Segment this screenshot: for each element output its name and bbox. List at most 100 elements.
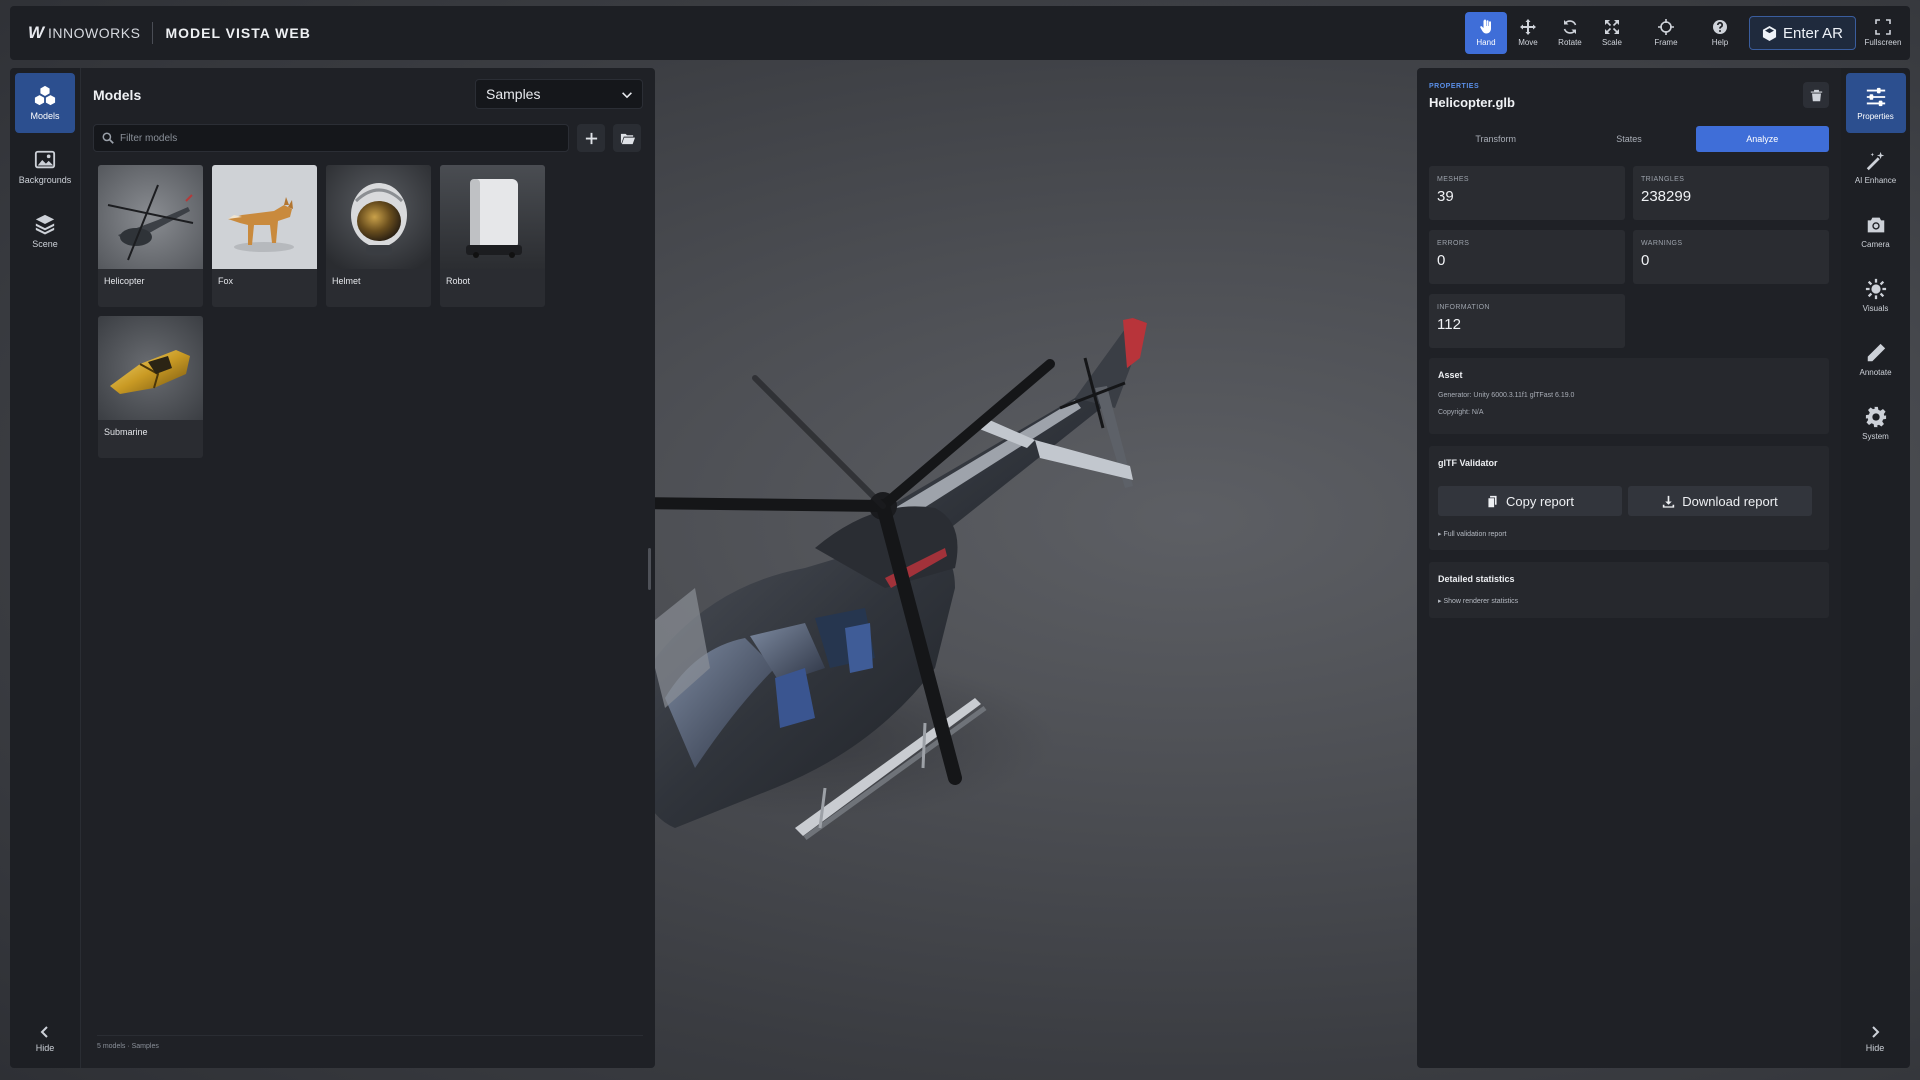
models-panel: Models Samples Filter models Helicopter … [80,68,655,1068]
models-panel-title: Models [93,87,142,103]
fox-thumbnail [212,165,317,269]
rail-item-scene[interactable]: Scene [15,201,75,261]
rail-label-system: System [1862,431,1889,441]
helicopter-thumbnail-image [98,165,203,269]
left-hide-button[interactable]: Hide [15,1016,75,1060]
app-window: W INNOWORKS MODEL VISTA WEB Hand Move Ro… [0,0,1920,1080]
add-model-button[interactable] [577,124,605,152]
rail-label-scene: Scene [32,239,58,249]
model-card-helmet[interactable]: Helmet [326,165,431,307]
rail-item-backgrounds[interactable]: Backgrounds [15,137,75,197]
properties-panel: PROPERTIES Helicopter.glb Transform Stat… [1417,68,1841,1068]
frame-icon [1657,19,1674,35]
copy-report-button[interactable]: Copy report [1438,486,1622,516]
move-tool-button[interactable]: Move [1507,12,1549,54]
top-toolbar: W INNOWORKS MODEL VISTA WEB Hand Move Ro… [10,6,1910,60]
stat-triangles: TRIANGLES 238299 [1633,166,1829,220]
delete-model-button[interactable] [1803,82,1829,108]
rail-item-ai-enhance[interactable]: AI Enhance [1846,137,1906,197]
chevron-down-icon [622,92,632,99]
helmet-thumbnail [326,165,431,269]
helmet-thumbnail-image [326,165,431,269]
collection-select[interactable]: Samples [475,79,643,109]
fox-thumbnail-image [212,165,317,269]
submarine-thumbnail-image [98,316,203,420]
move-tool-label: Move [1518,38,1538,47]
frame-tool-button[interactable]: Frame [1645,12,1687,54]
camera-icon [1867,217,1884,232]
tab-analyze[interactable]: Analyze [1695,126,1829,152]
fullscreen-button[interactable]: Fullscreen [1862,12,1904,54]
brand-divider [152,22,154,44]
stat-information-label: INFORMATION [1437,304,1490,311]
scale-tool-button[interactable]: Scale [1591,12,1633,54]
sun-icon [1865,278,1886,299]
tab-states[interactable]: States [1562,126,1695,152]
enter-ar-label: Enter AR [1782,24,1843,42]
tool-group: Hand Move Rotate Scale Frame Help Enter … [1464,6,1910,60]
filter-models-input[interactable] [120,125,560,151]
tab-transform[interactable]: Transform [1429,126,1562,152]
model-card-helicopter[interactable]: Helicopter [98,165,203,307]
stat-information: INFORMATION 112 [1429,294,1625,348]
stat-warnings-label: WARNINGS [1641,240,1683,247]
rail-item-properties[interactable]: Properties [1845,73,1906,133]
robot-thumbnail [440,165,545,269]
model-name-helicopter: Helicopter [104,276,145,286]
model-card-robot[interactable]: Robot [440,165,545,307]
full-validation-report-toggle[interactable]: ▸ Full validation report [1438,530,1507,538]
brand-logo-name: INNOWORKS [48,25,141,41]
enter-ar-button[interactable]: Enter AR [1748,16,1856,50]
rail-item-camera[interactable]: Camera [1846,201,1906,261]
stat-meshes: MESHES 39 [1429,166,1625,220]
brand-logo: W INNOWORKS [28,23,140,43]
asset-section: Asset Generator: Unity 6000.3.11f1 glTFa… [1429,358,1829,434]
hand-tool-button[interactable]: Hand [1464,12,1507,54]
search-icon [102,132,114,144]
chevron-left-icon [40,1025,48,1038]
rotate-icon [1563,20,1577,34]
rail-label-properties: Properties [1857,111,1894,121]
help-icon [1712,20,1727,34]
stat-warnings-value: 0 [1641,252,1650,269]
asset-title: Asset [1438,370,1463,380]
frame-tool-label: Frame [1654,38,1678,47]
show-renderer-statistics-toggle[interactable]: ▸ Show renderer statistics [1438,597,1518,605]
rail-item-annotate[interactable]: Annotate [1846,329,1906,389]
helicopter-model-render [655,318,1147,841]
open-folder-button[interactable] [613,124,641,152]
3d-viewport[interactable] [655,68,1417,1068]
model-name-fox: Fox [218,276,234,286]
model-card-fox[interactable]: Fox [212,165,317,307]
app-title: MODEL VISTA WEB [165,25,311,41]
rail-label-models: Models [30,111,60,121]
rail-item-visuals[interactable]: Visuals [1846,265,1906,325]
stat-triangles-value: 238299 [1641,188,1692,205]
properties-eyebrow: PROPERTIES [1429,83,1480,90]
help-button[interactable]: Help [1699,12,1741,54]
model-name-submarine: Submarine [104,427,148,437]
left-panel-resize-handle[interactable] [648,548,651,590]
validator-title: glTF Validator [1438,458,1498,468]
rail-label-visuals: Visuals [1862,303,1889,313]
rotate-tool-button[interactable]: Rotate [1549,12,1591,54]
download-report-button[interactable]: Download report [1628,486,1812,516]
fullscreen-icon [1875,19,1891,35]
right-hide-button[interactable]: Hide [1845,1016,1905,1060]
rail-item-system[interactable]: System [1846,393,1906,453]
rail-item-models[interactable]: Models [15,73,75,133]
model-card-submarine[interactable]: Submarine [98,316,203,458]
models-panel-header: Models Samples [93,79,643,109]
detailed-statistics-section: Detailed statistics ▸ Show renderer stat… [1429,562,1829,618]
stat-meshes-value: 39 [1437,188,1454,205]
sliders-icon [1866,87,1885,106]
stat-warnings: WARNINGS 0 [1633,230,1829,284]
chevron-right-icon [1872,1025,1880,1038]
image-icon [34,150,56,169]
fullscreen-label: Fullscreen [1864,38,1902,47]
left-hide-label: Hide [35,1042,55,1053]
layers-icon [35,214,55,235]
models-panel-footer: 5 models · Samples [97,1043,159,1050]
models-icon [34,85,56,106]
folder-open-icon [620,133,635,144]
